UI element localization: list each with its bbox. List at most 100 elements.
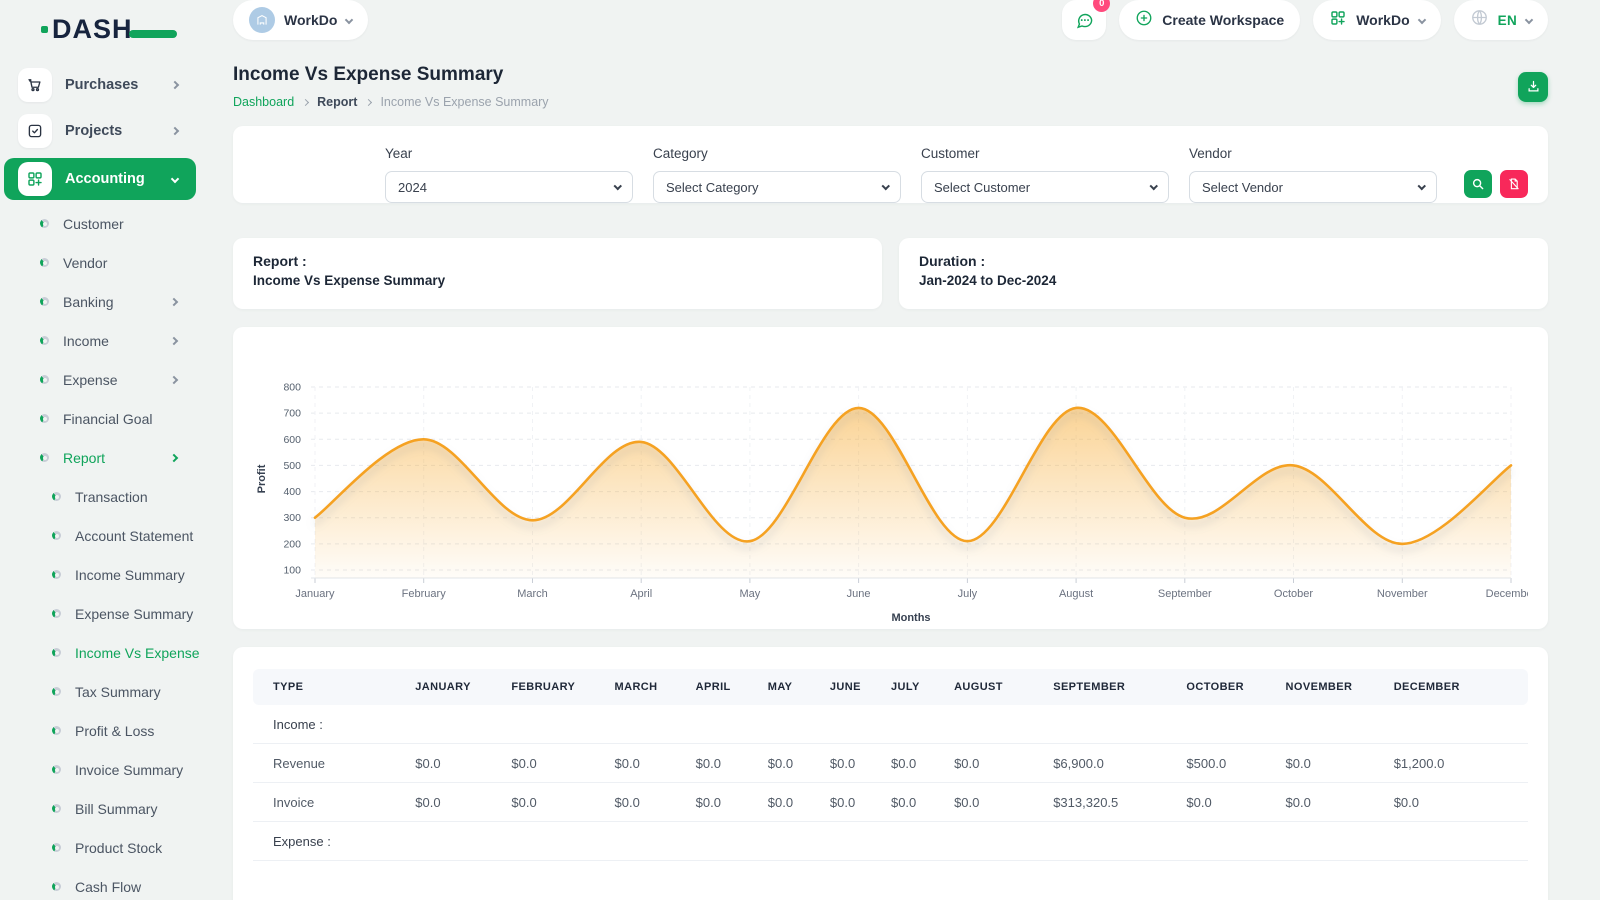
sidebar-item-invoice-summary[interactable]: Invoice Summary bbox=[0, 750, 200, 789]
sidebar-item-label: Income Vs Expense bbox=[75, 645, 200, 661]
table-column-october: OCTOBER bbox=[1186, 669, 1285, 705]
page-head: Income Vs Expense Summary Dashboard Repo… bbox=[233, 64, 1548, 109]
sidebar-item-bill-summary[interactable]: Bill Summary bbox=[0, 789, 200, 828]
sidebar-item-label: Purchases bbox=[65, 77, 138, 93]
chevron-right-icon bbox=[365, 98, 372, 105]
report-card-label: Report : bbox=[253, 253, 862, 269]
sidebar-item-label: Income bbox=[63, 333, 109, 349]
svg-text:700: 700 bbox=[283, 408, 301, 420]
logo-row: DASH bbox=[0, 0, 200, 58]
svg-text:400: 400 bbox=[283, 486, 301, 498]
sidebar-item-label: Product Stock bbox=[75, 840, 162, 856]
sidebar-item-label: Customer bbox=[63, 216, 124, 232]
table-row-income: Income : bbox=[253, 705, 1528, 744]
sidebar-item-income-summary[interactable]: Income Summary bbox=[0, 555, 200, 594]
workspace-name: WorkDo bbox=[284, 12, 337, 28]
table-row-revenue: Revenue$0.0$0.0$0.0$0.0$0.0$0.0$0.0$0.0$… bbox=[253, 744, 1528, 783]
download-report-button[interactable] bbox=[1518, 72, 1548, 102]
workspace-switcher[interactable]: WorkDo bbox=[233, 0, 368, 40]
breadcrumb-dashboard-link[interactable]: Dashboard bbox=[233, 95, 294, 109]
vendor-select[interactable]: Select Vendor bbox=[1189, 171, 1437, 203]
sidebar-item-income[interactable]: Income bbox=[0, 321, 200, 360]
svg-text:July: July bbox=[958, 588, 978, 600]
svg-text:December: December bbox=[1486, 588, 1528, 600]
chevron-down-icon bbox=[1417, 16, 1425, 24]
table-row-invoice: Invoice$0.0$0.0$0.0$0.0$0.0$0.0$0.0$0.0$… bbox=[253, 783, 1528, 822]
table-column-november: NOVEMBER bbox=[1286, 669, 1394, 705]
table-cell-value: $0.0 bbox=[511, 744, 614, 783]
sidebar-item-expense[interactable]: Expense bbox=[0, 360, 200, 399]
breadcrumb-report-link[interactable]: Report bbox=[317, 95, 357, 109]
sidebar-item-income-vs-expense[interactable]: Income Vs Expense bbox=[0, 633, 200, 672]
sidebar-item-vendor[interactable]: Vendor bbox=[0, 243, 200, 282]
bullet-icon bbox=[52, 882, 61, 891]
create-workspace-button[interactable]: Create Workspace bbox=[1119, 0, 1300, 40]
bullet-icon bbox=[40, 453, 49, 462]
table-section-label: Income : bbox=[253, 705, 1528, 744]
category-label: Category bbox=[653, 146, 901, 161]
sidebar-item-product-stock[interactable]: Product Stock bbox=[0, 828, 200, 867]
chevron-down-icon bbox=[345, 16, 353, 24]
sidebar-item-profit-loss[interactable]: Profit & Loss bbox=[0, 711, 200, 750]
sidebar-item-label: Income Summary bbox=[75, 567, 185, 583]
grid-plus-icon bbox=[18, 162, 52, 196]
customer-field: Customer Select Customer bbox=[921, 146, 1169, 203]
sidebar-item-label: Report bbox=[63, 450, 105, 466]
table-cell-value: $0.0 bbox=[696, 783, 768, 822]
chevron-right-icon bbox=[170, 297, 178, 305]
table-column-december: DECEMBER bbox=[1394, 669, 1528, 705]
sidebar-item-label: Financial Goal bbox=[63, 411, 153, 427]
logo-dash-icon bbox=[129, 30, 177, 38]
plus-circle-icon bbox=[1135, 9, 1153, 32]
table-column-july: JULY bbox=[891, 669, 954, 705]
sidebar-item-accounting[interactable]: Accounting bbox=[4, 158, 196, 200]
table-column-april: APRIL bbox=[696, 669, 768, 705]
svg-text:February: February bbox=[402, 588, 447, 600]
svg-text:April: April bbox=[630, 588, 652, 600]
sidebar-item-financial-goal[interactable]: Financial Goal bbox=[0, 399, 200, 438]
sidebar-item-label: Vendor bbox=[63, 255, 107, 271]
sidebar-item-projects[interactable]: Projects bbox=[0, 108, 200, 154]
table-cell-value: $0.0 bbox=[415, 783, 511, 822]
table-cell-value: $0.0 bbox=[1186, 783, 1285, 822]
sidebar-item-cash-flow[interactable]: Cash Flow bbox=[0, 867, 200, 900]
bullet-icon bbox=[52, 648, 61, 657]
workdo-menu-label: WorkDo bbox=[1356, 12, 1409, 28]
svg-text:300: 300 bbox=[283, 512, 301, 524]
bullet-icon bbox=[52, 765, 61, 774]
sidebar-item-purchases[interactable]: Purchases bbox=[0, 62, 200, 108]
table-head: TYPEJANUARYFEBRUARYMARCHAPRILMAYJUNEJULY… bbox=[253, 669, 1528, 705]
chart-card: 100200300400500600700800JanuaryFebruaryM… bbox=[233, 327, 1548, 629]
chevron-right-icon bbox=[171, 81, 179, 89]
reset-filter-button[interactable] bbox=[1500, 170, 1528, 198]
language-selector[interactable]: EN bbox=[1454, 0, 1548, 40]
category-select[interactable]: Select Category bbox=[653, 171, 901, 203]
sidebar-menu: Purchases ProjectsAccounting Customer Vendo… bbox=[0, 58, 200, 900]
sidebar-item-banking[interactable]: Banking bbox=[0, 282, 200, 321]
sidebar-item-customer[interactable]: Customer bbox=[0, 204, 200, 243]
sidebar-item-tax-summary[interactable]: Tax Summary bbox=[0, 672, 200, 711]
svg-text:September: September bbox=[1158, 588, 1212, 600]
logo-text: DASH bbox=[52, 14, 133, 44]
table-cell-value: $0.0 bbox=[768, 783, 830, 822]
app-logo[interactable]: DASH bbox=[52, 14, 133, 45]
table-row-expense: Expense : bbox=[253, 822, 1528, 861]
workdo-menu-button[interactable]: WorkDo bbox=[1313, 0, 1440, 40]
year-select[interactable]: 2024 bbox=[385, 171, 633, 203]
table-body: Income :Revenue$0.0$0.0$0.0$0.0$0.0$0.0$… bbox=[253, 705, 1528, 861]
table-cell-value: $313,320.5 bbox=[1053, 783, 1186, 822]
svg-text:800: 800 bbox=[283, 382, 301, 394]
apply-filter-button[interactable] bbox=[1464, 170, 1492, 198]
sidebar-item-account-statement[interactable]: Account Statement bbox=[0, 516, 200, 555]
bullet-icon bbox=[40, 336, 49, 345]
messages-button[interactable]: 0 bbox=[1062, 0, 1106, 40]
sidebar-item-transaction[interactable]: Transaction bbox=[0, 477, 200, 516]
customer-select[interactable]: Select Customer bbox=[921, 171, 1169, 203]
sidebar-item-report[interactable]: Report bbox=[0, 438, 200, 477]
breadcrumb: Dashboard Report Income Vs Expense Summa… bbox=[233, 95, 549, 109]
sidebar-item-label: Transaction bbox=[75, 489, 148, 505]
bullet-icon bbox=[52, 843, 61, 852]
sidebar-item-expense-summary[interactable]: Expense Summary bbox=[0, 594, 200, 633]
page-title: Income Vs Expense Summary bbox=[233, 64, 549, 86]
svg-text:200: 200 bbox=[283, 538, 301, 550]
